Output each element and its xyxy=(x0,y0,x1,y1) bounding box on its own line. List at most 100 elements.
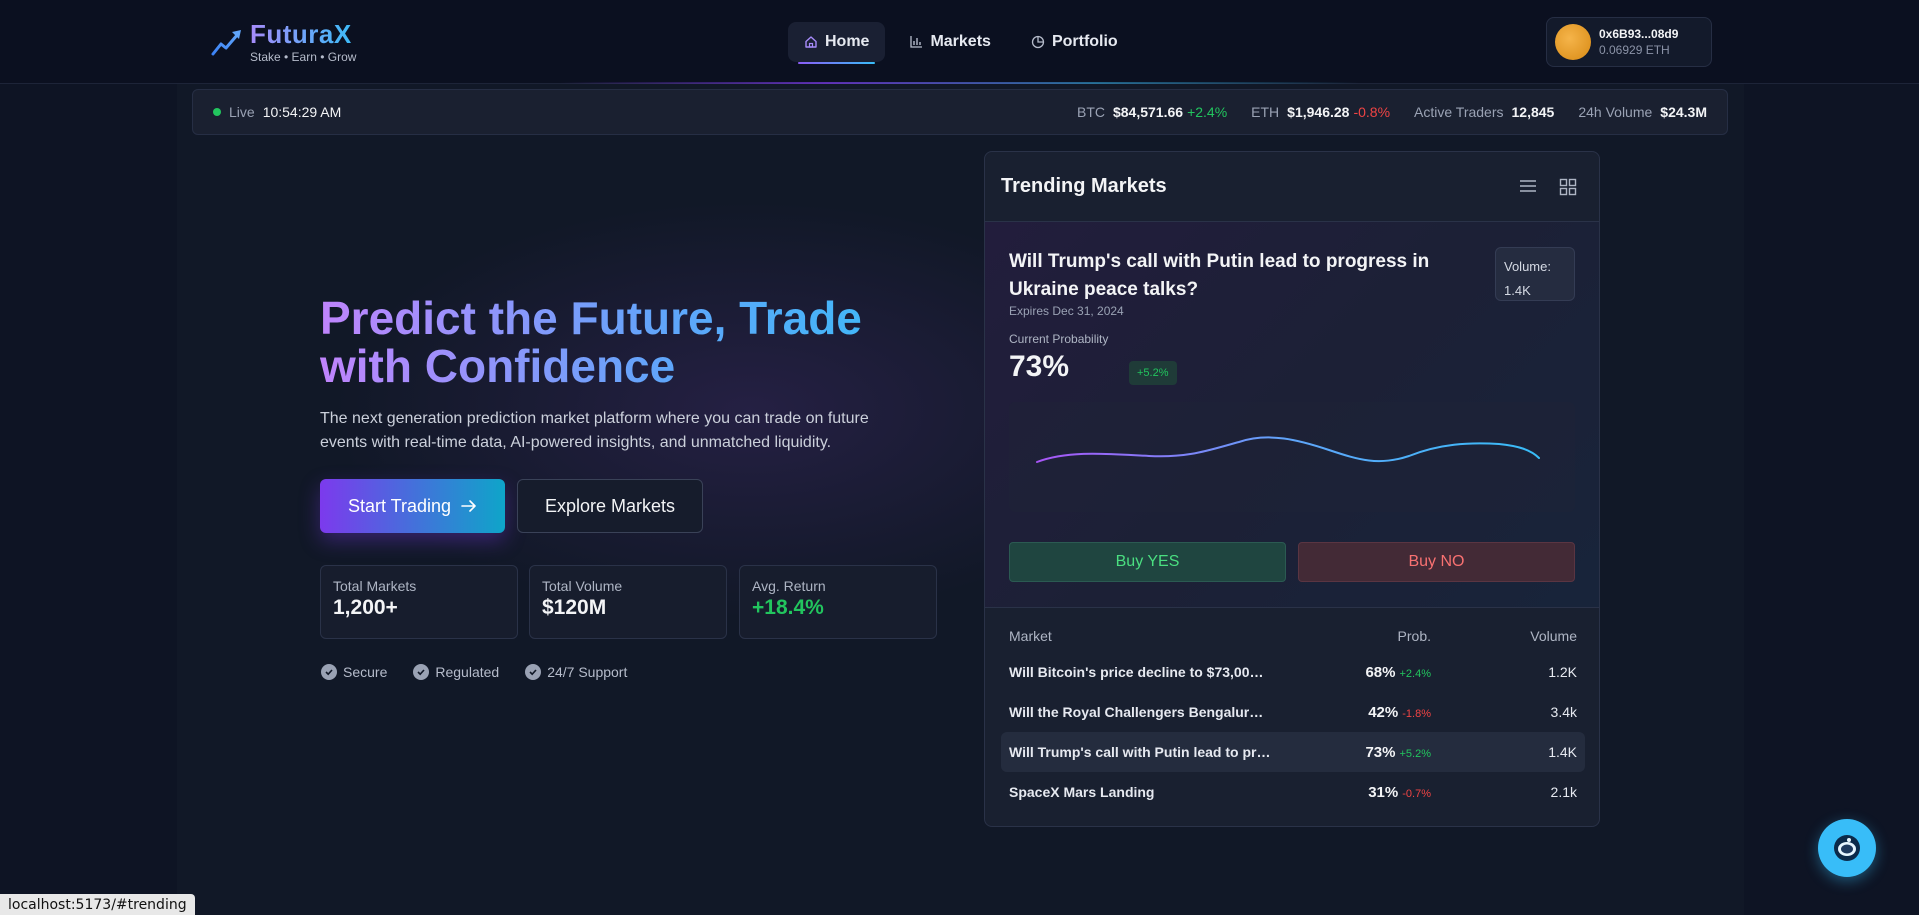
trending-markets-panel: Trending Markets Will Trump's call with … xyxy=(984,151,1600,827)
feature-secure: Secure xyxy=(321,664,387,680)
current-probability-label: Current Probability xyxy=(1009,332,1109,346)
traders-value: 12,845 xyxy=(1511,104,1555,120)
row-prob: 31% xyxy=(1368,783,1399,801)
nav-portfolio[interactable]: Portfolio xyxy=(1015,22,1134,62)
status-bar-url: localhost:5173/#trending xyxy=(0,894,195,915)
table-row[interactable]: Will the Royal Challengers Bengaluru, ..… xyxy=(1001,692,1585,732)
volume-label: 24h Volume xyxy=(1578,104,1653,120)
brand-name: FuturaX xyxy=(250,20,356,48)
sparkline-path xyxy=(1036,436,1540,463)
sparkline-svg xyxy=(1036,436,1540,463)
row-market: Will Bitcoin's price decline to $73,000 … xyxy=(1009,664,1273,680)
nav-markets[interactable]: Markets xyxy=(893,22,1006,62)
table-header: Market Prob. Volume xyxy=(1001,620,1585,652)
feature-label: Regulated xyxy=(435,664,500,680)
wallet-button[interactable]: 0x6B93...08d9 0.06929 ETH xyxy=(1546,17,1712,67)
wallet-address: 0x6B93...08d9 xyxy=(1599,27,1679,41)
explore-markets-label: Explore Markets xyxy=(544,495,676,516)
stat-label: Total Markets xyxy=(333,578,417,594)
arrow-right-icon xyxy=(461,500,476,512)
top-header: FuturaX Stake • Earn • Grow Home Markets… xyxy=(0,0,1919,84)
probability-sparkline xyxy=(1009,402,1575,512)
start-trading-button[interactable]: Start Trading xyxy=(320,479,505,533)
live-label: Live xyxy=(229,104,255,120)
row-volume: 1.2K xyxy=(1548,664,1577,680)
row-volume: 1.4K xyxy=(1548,744,1577,760)
header-market: Market xyxy=(1009,628,1052,644)
eth-change: -0.8% xyxy=(1353,104,1391,120)
check-circle-icon xyxy=(321,664,337,680)
main-nav: Home Markets Portfolio xyxy=(788,22,1134,64)
live-indicator-dot xyxy=(213,108,221,116)
stat-value: +18.4% xyxy=(752,596,824,619)
chat-assistant-button[interactable] xyxy=(1818,819,1876,877)
btc-label: BTC xyxy=(1076,104,1105,120)
home-icon xyxy=(805,36,817,48)
wallet-balance: 0.06929 ETH xyxy=(1599,43,1670,57)
ticker-volume: 24h Volume $24.3M xyxy=(1578,104,1707,120)
table-row[interactable]: Will Bitcoin's price decline to $73,000 … xyxy=(1001,652,1585,692)
stat-label: Avg. Return xyxy=(752,578,826,594)
btc-price: $84,571.66 xyxy=(1112,104,1184,120)
bar-chart-icon xyxy=(910,36,923,48)
header-volume: Volume xyxy=(1530,628,1577,644)
buy-yes-button[interactable]: Buy YES xyxy=(1009,542,1286,582)
row-market: Will the Royal Challengers Bengaluru, ..… xyxy=(1009,704,1278,720)
feature-label: 24/7 Support xyxy=(547,664,628,680)
btc-change: +2.4% xyxy=(1187,104,1228,120)
row-market: SpaceX Mars Landing xyxy=(1009,784,1155,800)
buy-no-button[interactable]: Buy NO xyxy=(1298,542,1575,582)
check-circle-icon xyxy=(413,664,430,680)
grid-view-icon[interactable] xyxy=(1559,178,1577,196)
nav-home[interactable]: Home xyxy=(788,22,886,64)
volume-label: Volume: xyxy=(1504,259,1551,274)
featured-expiry: Expires Dec 31, 2024 xyxy=(1009,304,1124,318)
brand-logo[interactable]: FuturaX Stake • Earn • Grow xyxy=(210,20,356,64)
featured-question: Will Trump's call with Putin lead to pro… xyxy=(1009,251,1430,300)
current-probability-value: 73% xyxy=(1009,350,1070,383)
feature-support: 24/7 Support xyxy=(525,664,627,680)
nav-markets-label: Markets xyxy=(930,33,991,50)
trend-arrow-icon xyxy=(211,30,241,56)
feature-regulated: Regulated xyxy=(413,664,499,680)
stat-avg-return: Avg. Return +18.4% xyxy=(739,565,937,639)
featured-market-card[interactable]: Will Trump's call with Putin lead to pro… xyxy=(985,222,1599,608)
row-change: +2.4% xyxy=(1399,667,1432,680)
volume-value: $24.3M xyxy=(1660,104,1707,120)
row-change: -1.8% xyxy=(1402,707,1431,720)
nav-portfolio-label: Portfolio xyxy=(1051,33,1118,50)
probability-change-badge: +5.2% xyxy=(1129,361,1177,385)
row-prob: 68% xyxy=(1365,663,1396,681)
brand-tagline: Stake • Earn • Grow xyxy=(250,50,357,64)
eth-label: ETH xyxy=(1251,104,1280,120)
featured-volume-badge: Volume: 1.4K xyxy=(1495,247,1575,301)
ticker-eth: ETH $1,946.28 -0.8% xyxy=(1251,104,1390,120)
ticker-btc: BTC $84,571.66 +2.4% xyxy=(1077,104,1227,120)
hero-description: The next generation prediction market pl… xyxy=(320,410,869,451)
row-change: -0.7% xyxy=(1402,787,1431,800)
feature-list: Secure Regulated 24/7 Support xyxy=(321,664,627,680)
traders-label: Active Traders xyxy=(1414,104,1504,120)
stat-total-volume: Total Volume $120M xyxy=(529,565,727,639)
row-volume: 3.4k xyxy=(1550,704,1577,720)
list-view-icon[interactable] xyxy=(1519,178,1537,194)
explore-markets-button[interactable]: Explore Markets xyxy=(517,479,703,533)
table-row[interactable]: SpaceX Mars Landing 31% -0.7% 2.1k xyxy=(1001,772,1585,812)
astronaut-icon xyxy=(1834,835,1860,861)
row-prob: 42% xyxy=(1368,703,1399,721)
start-trading-label: Start Trading xyxy=(347,495,452,516)
eth-price: $1,946.28 xyxy=(1287,104,1350,120)
table-row-selected[interactable]: Will Trump's call with Putin lead to pro… xyxy=(1001,732,1585,772)
row-market: Will Trump's call with Putin lead to pro… xyxy=(1009,744,1277,760)
pie-chart-icon xyxy=(1031,35,1045,49)
stat-label: Total Volume xyxy=(542,578,623,594)
row-volume: 2.1k xyxy=(1550,784,1577,800)
header-prob: Prob. xyxy=(1397,628,1431,644)
markets-table: Market Prob. Volume Will Bitcoin's price… xyxy=(1001,620,1585,812)
live-time: 10:54:29 AM xyxy=(262,104,342,120)
hero-title: Predict the Future, Trade with Confidenc… xyxy=(320,294,940,390)
nav-home-label: Home xyxy=(825,33,870,50)
volume-value: 1.4K xyxy=(1504,283,1531,298)
live-ticker-bar: Live 10:54:29 AM BTC $84,571.66 +2.4% ET… xyxy=(192,89,1728,135)
panel-header: Trending Markets xyxy=(985,152,1599,222)
